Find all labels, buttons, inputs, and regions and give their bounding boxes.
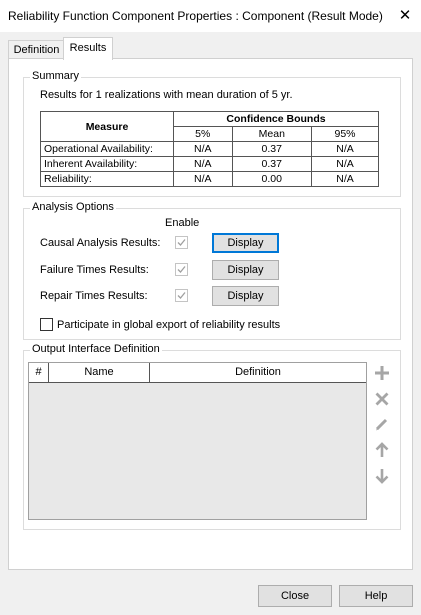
move-up-icon[interactable] [373,441,391,459]
repair-times-label: Repair Times Results: [40,290,148,302]
global-export-label: Participate in global export of reliabil… [57,319,281,331]
repair-display-button[interactable]: Display [212,286,279,306]
checkmark-icon [177,292,186,299]
help-button[interactable]: Help [339,585,413,607]
checkmark-icon [177,266,186,273]
failure-times-label: Failure Times Results: [40,264,149,276]
col-definition-header: Definition [235,366,281,378]
measure-header: Measure [40,111,174,142]
window-title: Reliability Function Component Propertie… [8,9,383,23]
col-mean-header: Mean [231,126,313,142]
col-5pct-header: 5% [173,126,233,142]
causal-display-button[interactable]: Display [212,233,279,253]
causal-analysis-label: Causal Analysis Results: [40,237,161,249]
table-row: Reliability: N/A 0.00 N/A [40,171,379,187]
close-button[interactable]: Close [258,585,332,607]
mean-cell: 0.37 [231,141,313,157]
col-95pct-header: 95% [311,126,379,142]
mean-cell: 0.00 [231,171,313,187]
p95-cell: N/A [311,171,379,187]
col-number-header: # [29,363,49,382]
summary-text: Results for 1 realizations with mean dur… [40,89,293,101]
confidence-bounds-header: Confidence Bounds [173,111,379,127]
mean-cell: 0.37 [231,156,313,172]
global-export-checkbox[interactable] [40,318,53,331]
confidence-bounds-table: Measure Confidence Bounds 5% Mean 95% Op… [40,111,379,187]
close-window-icon[interactable]: ✕ [389,0,421,32]
causal-analysis-checkbox[interactable] [175,236,188,249]
grid-header: # Name Definition [29,363,366,383]
p5-cell: N/A [173,171,233,187]
summary-legend: Summary [30,70,82,82]
edit-icon[interactable] [373,415,391,433]
add-icon[interactable] [373,364,391,382]
measure-cell: Operational Availability: [40,141,174,157]
analysis-options-legend: Analysis Options [30,201,116,213]
p5-cell: N/A [173,141,233,157]
p95-cell: N/A [311,141,379,157]
failure-display-button[interactable]: Display [212,260,279,280]
p5-cell: N/A [173,156,233,172]
checkmark-icon [177,239,186,246]
measure-cell: Inherent Availability: [40,156,174,172]
p95-cell: N/A [311,156,379,172]
table-row: Operational Availability: N/A 0.37 N/A [40,141,379,157]
title-bar: Reliability Function Component Propertie… [0,0,421,32]
failure-times-checkbox[interactable] [175,263,188,276]
table-row: Inherent Availability: N/A 0.37 N/A [40,156,379,172]
tab-definition[interactable]: Definition [8,40,65,60]
measure-cell: Reliability: [40,171,174,187]
tab-results[interactable]: Results [63,37,113,60]
delete-icon[interactable] [373,390,391,408]
enable-label: Enable [165,217,200,229]
move-down-icon[interactable] [373,467,391,485]
repair-times-checkbox[interactable] [175,289,188,302]
output-interface-grid[interactable]: # Name Definition [28,362,367,520]
output-interface-legend: Output Interface Definition [30,343,162,355]
col-name-header: Name [49,363,150,382]
